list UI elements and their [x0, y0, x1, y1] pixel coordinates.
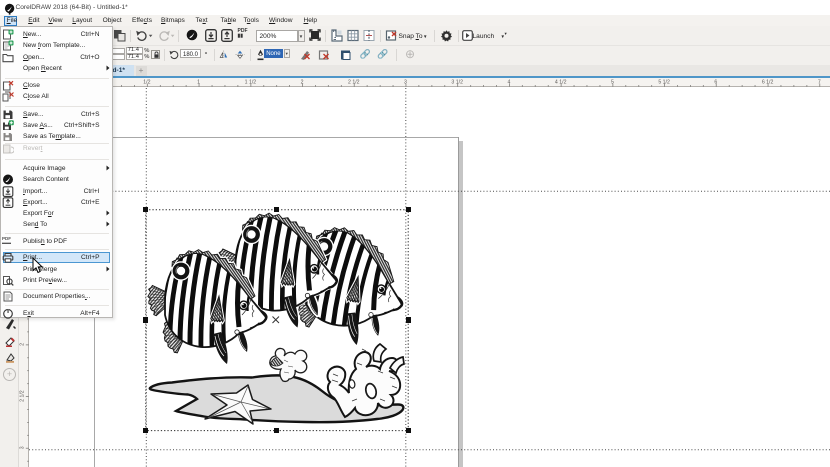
svg-text:2: 2: [20, 342, 26, 345]
svg-text:7: 7: [818, 79, 821, 85]
svg-text:3: 3: [20, 446, 26, 449]
svg-text:2 1/2: 2 1/2: [348, 79, 360, 85]
svg-text:2: 2: [301, 79, 304, 85]
svg-text:4: 4: [508, 79, 511, 85]
svg-text:2 1/2: 2 1/2: [20, 390, 26, 402]
svg-text:5 1/2: 5 1/2: [658, 79, 670, 85]
svg-text:3: 3: [404, 79, 407, 85]
svg-text:6 1/2: 6 1/2: [762, 79, 774, 85]
svg-text:6: 6: [714, 79, 717, 85]
svg-text:1: 1: [197, 79, 200, 85]
svg-text:1 1/2: 1 1/2: [245, 79, 257, 85]
svg-text:5: 5: [611, 79, 614, 85]
svg-text:4 1/2: 4 1/2: [555, 79, 567, 85]
svg-text:1/2: 1/2: [143, 79, 150, 85]
svg-text:3 1/2: 3 1/2: [451, 79, 463, 85]
